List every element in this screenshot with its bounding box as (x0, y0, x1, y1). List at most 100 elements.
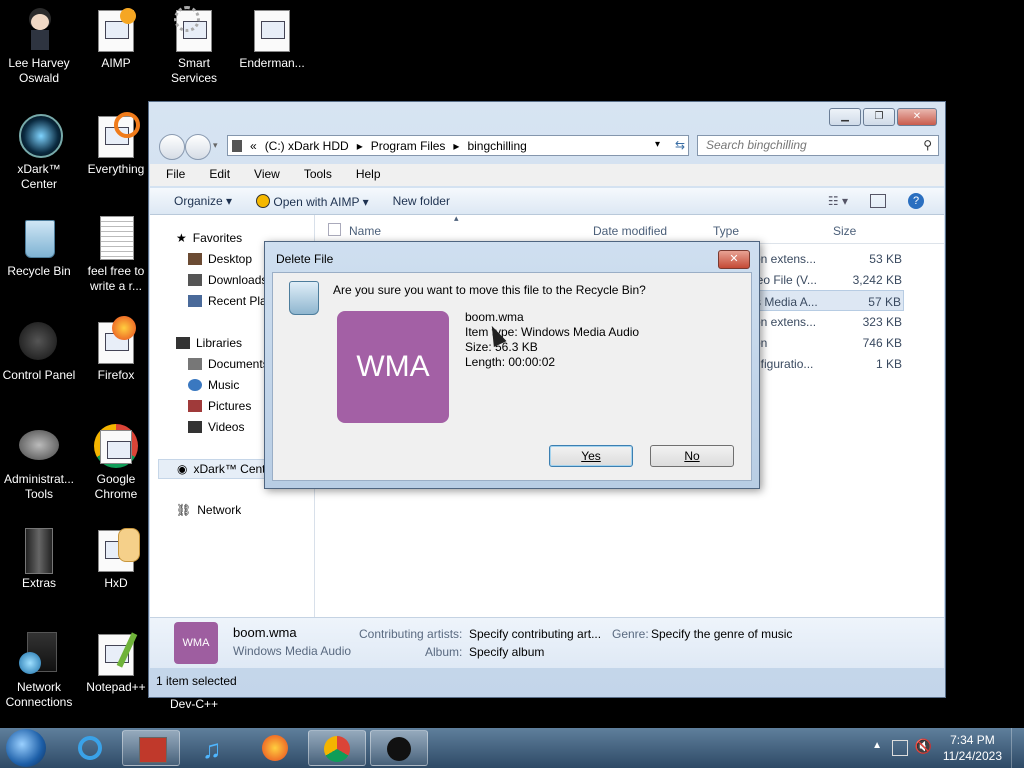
dialog-question: Are you sure you want to move this file … (333, 283, 646, 297)
desktop-icon-lee-harvey-oswald[interactable]: Lee Harvey Oswald (0, 8, 78, 86)
file-explorer-icon (139, 737, 167, 763)
minimize-button[interactable]: ▁ (829, 108, 861, 126)
menu-tools[interactable]: Tools (288, 164, 340, 186)
details-pane: WMA boom.wma Windows Media Audio Contrib… (150, 617, 944, 668)
program-icon (250, 8, 294, 52)
start-button[interactable] (6, 729, 46, 767)
menu-edit[interactable]: Edit (193, 164, 238, 186)
menu-file[interactable]: File (150, 164, 193, 186)
organize-button[interactable]: Organize ▾ (150, 194, 244, 208)
breadcrumb-drive[interactable]: (C:) xDark HDD (265, 139, 349, 153)
yes-button[interactable]: Yes (549, 445, 633, 467)
taskbar-internet-explorer[interactable] (62, 730, 120, 766)
search-icon[interactable]: ⚲ (923, 136, 932, 155)
column-headers: Name ▴ Date modified Type Size (314, 213, 944, 244)
album-field[interactable]: Specify album (469, 645, 544, 659)
desktop-icon-everything[interactable]: Everything (77, 112, 155, 177)
close-button[interactable]: ✕ (897, 108, 937, 126)
select-all-checkbox[interactable] (328, 223, 341, 236)
nav-desktop[interactable]: Desktop (188, 252, 252, 266)
column-size[interactable]: Size (833, 224, 856, 238)
taskbar-app[interactable] (370, 730, 428, 766)
taskbar-explorer[interactable] (122, 730, 180, 766)
desktop-icon-xdark-center[interactable]: xDark™ Center (0, 114, 78, 192)
window-controls: ▁ ❐ ✕ (829, 108, 937, 126)
desktop-icon-admin-tools[interactable]: Administrat... Tools (0, 424, 78, 502)
orb-icon: ◉ (177, 462, 188, 476)
column-name[interactable]: Name (349, 224, 381, 238)
taskbar-firefox[interactable] (246, 730, 304, 766)
refresh-icon[interactable]: ⇆ (669, 135, 691, 156)
open-with-aimp-button[interactable]: Open with AIMP ▾ (244, 193, 381, 209)
dialog-close-button[interactable]: ✕ (718, 250, 750, 269)
desktop-icon-aimp[interactable]: AIMP (77, 8, 155, 71)
preview-pane-icon[interactable] (870, 194, 886, 208)
nav-network[interactable]: ⛓ Network (176, 503, 241, 517)
videos-icon (188, 421, 202, 433)
nav-favorites[interactable]: ★ Favorites (176, 231, 242, 245)
maximize-button[interactable]: ❐ (863, 108, 895, 126)
desktop-icon-text-file[interactable]: feel free to write a r... (77, 216, 155, 294)
documents-icon (188, 358, 202, 370)
desktop-icon (188, 253, 202, 265)
nav-music[interactable]: Music (188, 378, 239, 392)
volume-muted-icon[interactable]: 🔇 (915, 738, 932, 755)
app-icon (387, 737, 411, 761)
column-date-modified[interactable]: Date modified (593, 224, 667, 238)
nav-pictures[interactable]: Pictures (188, 399, 251, 413)
show-hidden-icons[interactable]: ▲ (872, 740, 882, 751)
desktop-icon-control-panel[interactable]: Control Panel (0, 320, 78, 383)
genre-field[interactable]: Specify the genre of music (651, 627, 792, 641)
dialog-title: Delete File (276, 252, 334, 266)
gear-icon (172, 6, 216, 52)
file-length: Length: 00:00:02 (465, 355, 556, 369)
libraries-icon (176, 337, 190, 349)
network-tray-icon[interactable] (892, 740, 908, 756)
address-bar[interactable]: « (C:) xDark HDD ▸ Program Files ▸ bingc… (227, 135, 689, 156)
system-clock[interactable]: 7:34 PM 11/24/2023 (943, 732, 1002, 764)
desktop-icon-firefox[interactable]: Firefox (77, 316, 155, 383)
hxd-icon (94, 528, 140, 572)
file-name: boom.wma (465, 310, 524, 324)
search-input[interactable]: Search bingchilling ⚲ (697, 135, 939, 156)
desktop-icon-google-chrome[interactable]: Google Chrome (77, 424, 155, 502)
search-icon (94, 112, 140, 158)
control-panel-icon (17, 320, 61, 364)
firefox-icon (94, 316, 138, 364)
menu-view[interactable]: View (238, 164, 288, 186)
breadcrumb-bingchilling[interactable]: bingchilling (467, 139, 526, 153)
artists-field[interactable]: Specify contributing art... (469, 627, 601, 641)
recycle-bin-icon (17, 216, 61, 260)
desktop-icon-network-connections[interactable]: Network Connections (0, 632, 78, 710)
back-button[interactable] (159, 134, 185, 160)
desktop-icon-hxd[interactable]: HxD (77, 528, 155, 591)
show-desktop-button[interactable] (1011, 728, 1024, 768)
taskbar-chrome[interactable] (308, 730, 366, 766)
forward-button[interactable] (185, 134, 211, 160)
address-dropdown-icon[interactable]: ▾ (655, 139, 660, 150)
taskbar: ♫ ▲ 🔇 7:34 PM 11/24/2023 (0, 728, 1024, 768)
pictures-icon (188, 400, 202, 412)
nav-videos[interactable]: Videos (188, 420, 244, 434)
notepad-icon (94, 632, 138, 676)
nav-libraries[interactable]: Libraries (176, 336, 242, 350)
view-options-icon[interactable]: ☷ ▾ (828, 194, 848, 208)
desktop-icon-notepad-plus[interactable]: Notepad++ (77, 632, 155, 695)
desktop-icon-extras[interactable]: Extras (0, 528, 78, 591)
network-icon: ⛓ (176, 503, 192, 517)
recent-places-icon (188, 295, 202, 307)
new-folder-button[interactable]: New folder (381, 194, 462, 208)
no-button[interactable]: No (650, 445, 734, 467)
downloads-icon (188, 274, 202, 286)
menu-help[interactable]: Help (340, 164, 389, 186)
column-type[interactable]: Type (713, 224, 739, 238)
recent-pages-chevron-icon[interactable]: ▾ (213, 140, 218, 151)
desktop-icon-dev-cpp[interactable]: Dev-C++ (155, 697, 233, 712)
desktop-icon-smart-services[interactable]: Smart Services (155, 6, 233, 86)
breadcrumb-program-files[interactable]: Program Files (371, 139, 446, 153)
help-icon[interactable]: ? (908, 193, 924, 209)
taskbar-music[interactable]: ♫ (184, 730, 242, 766)
desktop-icon-recycle-bin[interactable]: Recycle Bin (0, 216, 78, 279)
internet-explorer-icon (78, 736, 102, 760)
desktop-icon-enderman[interactable]: Enderman... (233, 8, 311, 71)
